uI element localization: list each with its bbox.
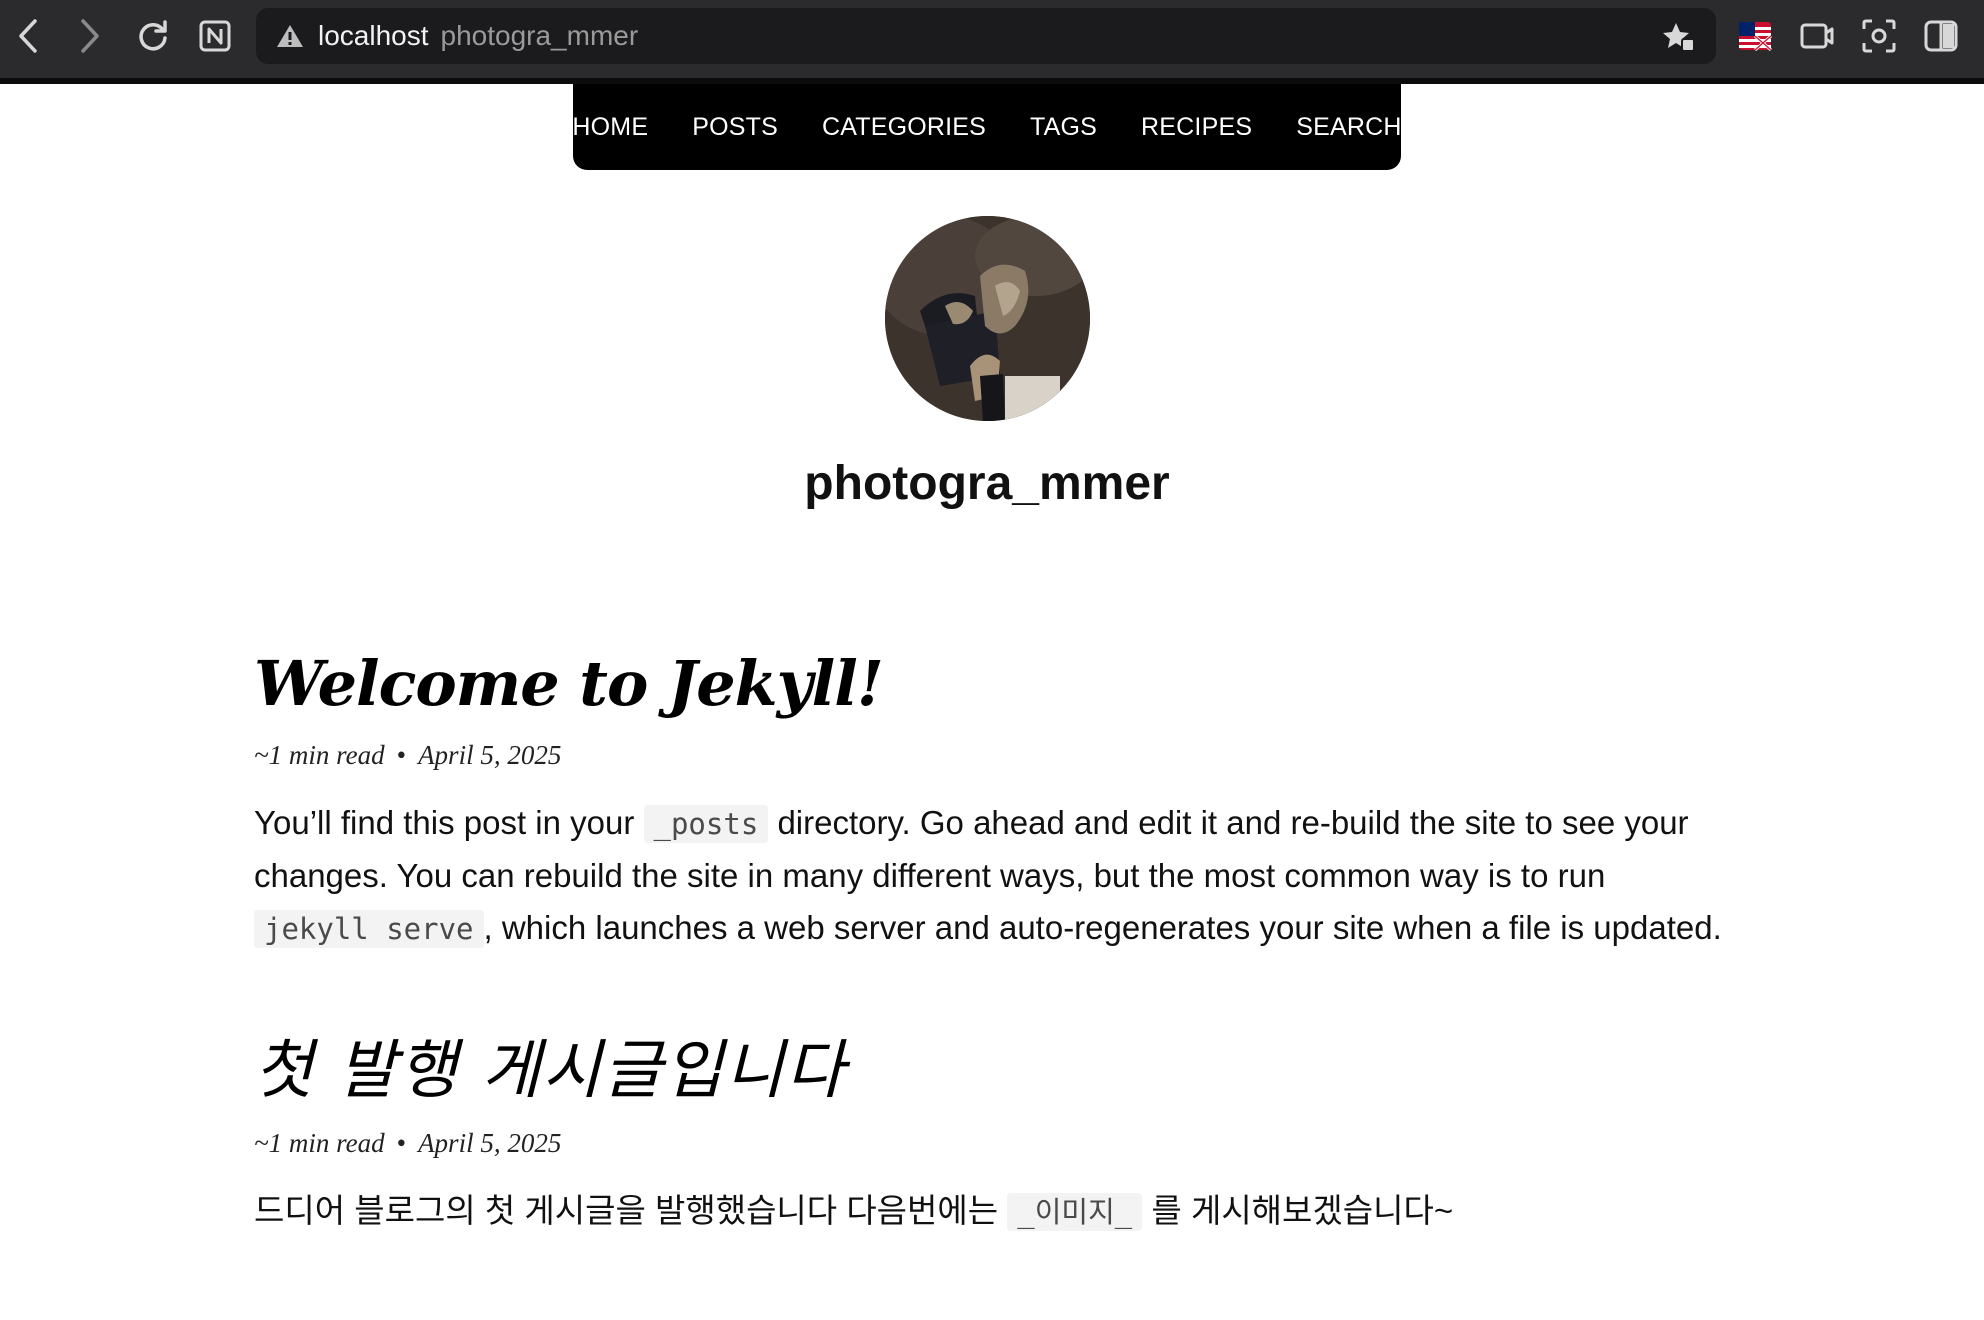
post-meta: ~1 min read • April 5, 2025	[254, 740, 1724, 771]
nav-categories[interactable]: CATEGORIES	[822, 113, 986, 142]
nav-home[interactable]: HOME	[572, 113, 648, 142]
sidebar-icon	[1924, 20, 1958, 52]
address-path: photogra_mmer	[440, 20, 639, 51]
flag-icon	[1739, 22, 1772, 52]
read-time: ~1 min read	[254, 1128, 385, 1159]
notion-icon	[199, 20, 231, 52]
inline-code: jekyll serve	[254, 910, 484, 949]
notion-extension-button[interactable]	[193, 14, 237, 58]
post-title[interactable]: Welcome to Jekyll!	[254, 649, 1724, 718]
screenshot-button[interactable]	[1857, 14, 1901, 58]
post-date: April 5, 2025	[418, 740, 562, 771]
nav-recipes[interactable]: RECIPES	[1141, 113, 1252, 142]
nav-posts[interactable]: POSTS	[692, 113, 778, 142]
post-excerpt: 드디어 블로그의 첫 게시글을 발행했습니다 다음번에는 _이미지_ 를 게시해…	[254, 1185, 1724, 1238]
post-item: 첫 발행 게시글입니다 ~1 min read • April 5, 2025 드디…	[254, 1036, 1724, 1238]
warning-icon	[276, 22, 304, 50]
excerpt-text: 를 게시해보겠습니다~	[1142, 1192, 1454, 1230]
excerpt-text: You’ll find this post in your	[254, 804, 644, 842]
back-icon	[19, 19, 37, 53]
site-nav: HOME POSTS CATEGORIES TAGS RECIPES SEARC…	[572, 84, 1401, 170]
post-item: Welcome to Jekyll! ~1 min read • April 5, …	[254, 649, 1724, 955]
excerpt-text: 드디어 블로그의 첫 게시글을 발행했습니다 다음번에는	[254, 1192, 1008, 1230]
star-extensions-icon[interactable]	[1662, 20, 1696, 54]
nav-search[interactable]: SEARCH	[1296, 113, 1401, 142]
flag-extension-button[interactable]	[1733, 14, 1777, 58]
site-title: photogra_mmer	[804, 457, 1170, 510]
post-meta: ~1 min read • April 5, 2025	[254, 1128, 1724, 1159]
read-time: ~1 min read	[254, 740, 385, 771]
nav-tags[interactable]: TAGS	[1030, 113, 1097, 142]
back-button[interactable]	[6, 14, 50, 58]
forward-icon	[81, 19, 99, 53]
screenshot-icon	[1862, 19, 1896, 53]
reload-icon	[139, 20, 167, 51]
video-button[interactable]	[1795, 14, 1839, 58]
address-bar[interactable]: localhost photogra_mmer	[256, 8, 1716, 64]
meta-separator: •	[396, 1128, 407, 1159]
address-host: localhost	[318, 20, 429, 51]
inline-code: _이미지_	[1007, 1193, 1143, 1232]
meta-separator: •	[396, 740, 407, 771]
post-excerpt: You’ll find this post in your _posts dir…	[254, 797, 1724, 955]
excerpt-text: , which launches a web server and auto-r…	[483, 909, 1722, 947]
post-date: April 5, 2025	[418, 1128, 562, 1159]
sidebar-button[interactable]	[1919, 14, 1963, 58]
reload-button[interactable]	[131, 14, 175, 58]
avatar	[885, 216, 1090, 421]
video-icon	[1800, 23, 1834, 49]
inline-code: _posts	[643, 805, 769, 844]
post-title[interactable]: 첫 발행 게시글입니다	[254, 1036, 1724, 1107]
forward-button[interactable]	[68, 14, 112, 58]
browser-toolbar: localhost photogra_mmer	[0, 0, 1984, 78]
